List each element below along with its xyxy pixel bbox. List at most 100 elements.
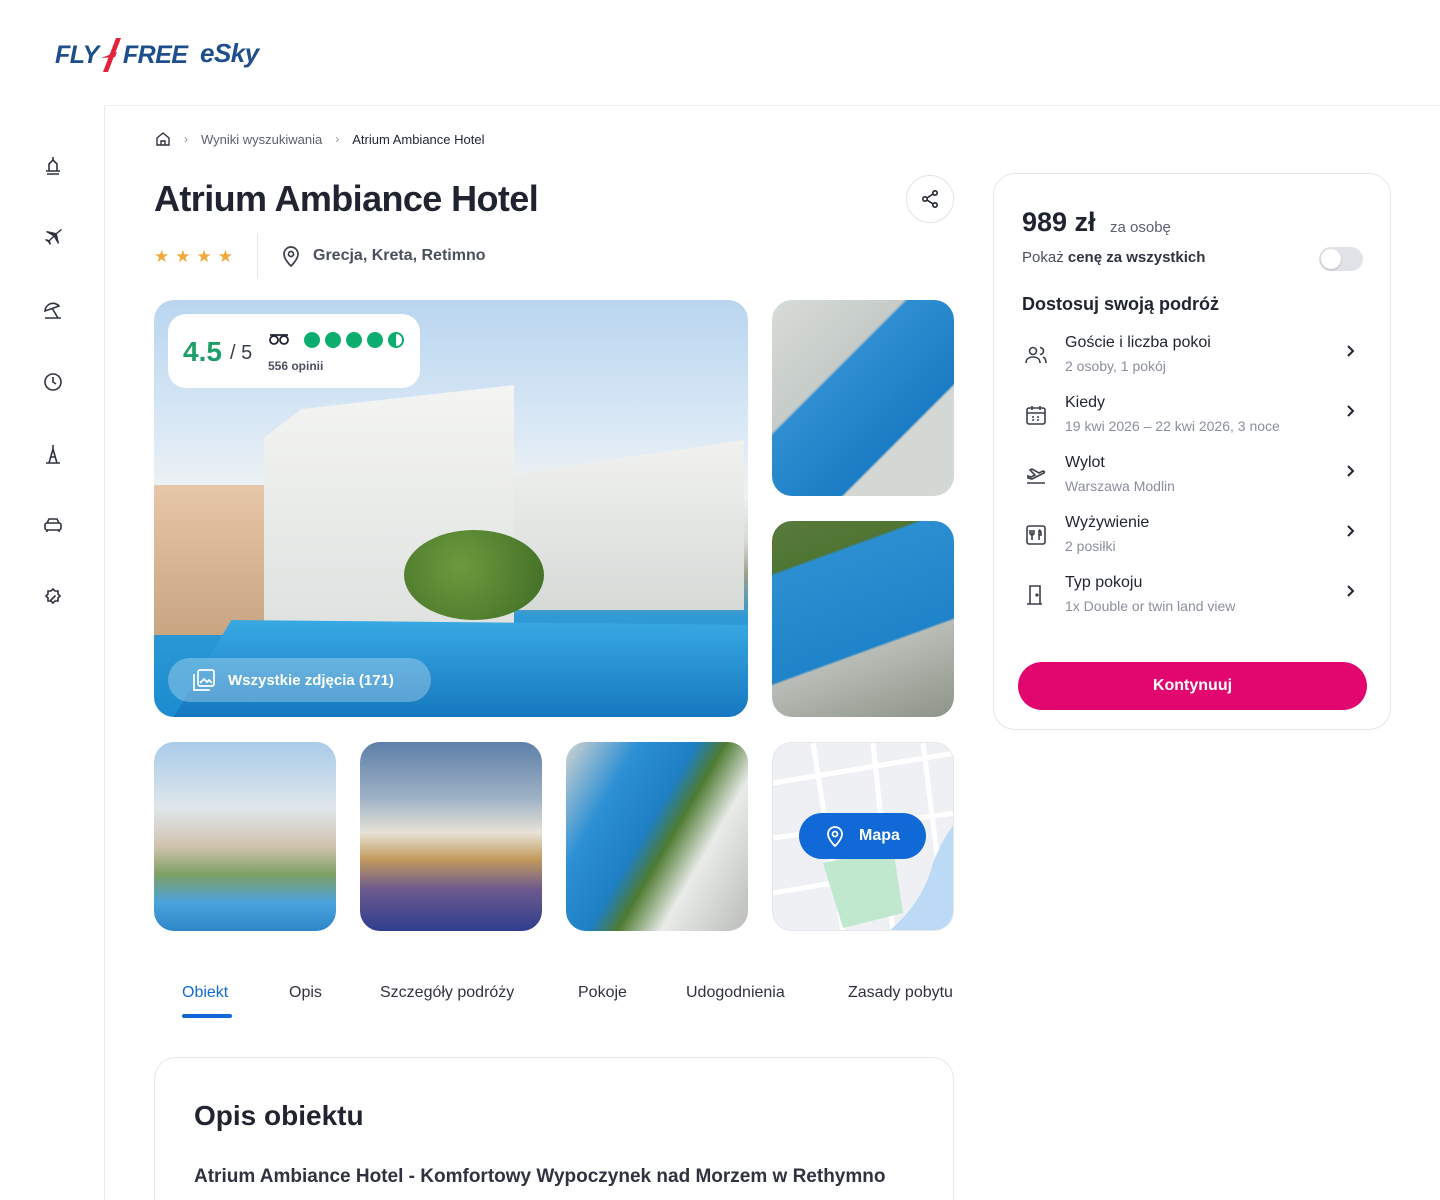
location-pin-icon bbox=[283, 246, 299, 267]
tab-zasady-pobytu[interactable]: Zasady pobytu bbox=[848, 984, 953, 1002]
flyfree-logo-fly: FLY bbox=[55, 40, 99, 69]
home-icon[interactable] bbox=[155, 131, 171, 147]
show-total-prefix: Pokaż bbox=[1022, 249, 1068, 266]
flyfree-logo-free: FREE bbox=[122, 40, 188, 69]
tripadvisor-bubbles bbox=[304, 332, 404, 348]
plane-icon[interactable] bbox=[42, 227, 64, 249]
gallery-thumbnail[interactable] bbox=[566, 742, 748, 931]
tab-udogodnienia[interactable]: Udogodnienia bbox=[686, 984, 785, 1002]
booking-panel: 989 zł za osobę Pokaż cenę za wszystkich… bbox=[993, 173, 1391, 730]
photos-icon bbox=[193, 669, 215, 691]
calendar-icon bbox=[1026, 406, 1046, 425]
tab-pokoje[interactable]: Pokoje bbox=[578, 984, 627, 1002]
rating-score: 4.5 bbox=[183, 336, 222, 367]
customize-trip-heading: Dostosuj swoją podróż bbox=[1022, 294, 1220, 314]
description-subtitle: Atrium Ambiance Hotel - Komfortowy Wypoc… bbox=[194, 1166, 886, 1187]
map-button[interactable]: Mapa bbox=[799, 813, 926, 859]
gallery-thumbnail[interactable] bbox=[360, 742, 542, 931]
hotel-title: Atrium Ambiance Hotel bbox=[154, 178, 539, 219]
gallery-thumbnail[interactable] bbox=[154, 742, 336, 931]
car-icon[interactable] bbox=[42, 515, 64, 537]
star-icon: ★ bbox=[217, 247, 233, 266]
description-title: Opis obiektu bbox=[194, 1100, 364, 1131]
option-label: Typ pokoju bbox=[1065, 574, 1143, 591]
sidebar bbox=[0, 105, 105, 1200]
option-departure[interactable]: Wylot Warszawa Modlin bbox=[994, 454, 1392, 510]
option-value: Warszawa Modlin bbox=[1065, 478, 1175, 494]
esky-logo[interactable]: eSky bbox=[200, 38, 259, 69]
room-door-icon bbox=[1027, 585, 1042, 605]
chevron-right-icon bbox=[1347, 345, 1355, 357]
option-value: 1x Double or twin land view bbox=[1065, 598, 1236, 614]
breadcrumb-current: Atrium Ambiance Hotel bbox=[352, 131, 485, 147]
guests-icon bbox=[1025, 346, 1047, 364]
all-photos-label: Wszystkie zdjęcia (171) bbox=[228, 671, 394, 689]
tower-icon[interactable] bbox=[42, 443, 64, 465]
photo-tree bbox=[404, 530, 544, 620]
location-text: Grecja, Kreta, Retimno bbox=[313, 247, 486, 264]
rating-bubble-icon bbox=[346, 332, 362, 348]
share-icon bbox=[921, 189, 939, 209]
chevron-right-icon bbox=[1347, 465, 1355, 477]
chevron-right-icon bbox=[1347, 585, 1355, 597]
hotel-location[interactable]: Grecja, Kreta, Retimno bbox=[281, 245, 486, 267]
show-total-bold: cenę za wszystkich bbox=[1067, 249, 1206, 266]
sun-umbrella-icon[interactable] bbox=[42, 299, 64, 321]
photo-building bbox=[514, 440, 744, 610]
breadcrumb-separator: › bbox=[335, 132, 340, 146]
option-room-type[interactable]: Typ pokoju 1x Double or twin land view bbox=[994, 574, 1392, 630]
rating-card[interactable]: 4.5 / 5 556 opinii bbox=[168, 314, 420, 388]
tab-opis[interactable]: Opis bbox=[289, 984, 322, 1002]
option-label: Goście i liczba pokoi bbox=[1065, 334, 1211, 351]
description-card: Opis obiektu Atrium Ambiance Hotel - Kom… bbox=[154, 1057, 954, 1200]
continue-button[interactable]: Kontynuuj bbox=[1018, 662, 1367, 710]
rating-bubble-icon bbox=[367, 332, 383, 348]
header: FLY FREE eSky bbox=[0, 0, 1440, 105]
meals-icon bbox=[1026, 525, 1046, 545]
section-tabs: Obiekt Opis Szczegóły podróży Pokoje Udo… bbox=[154, 984, 954, 1020]
reviews-count: 556 opinii bbox=[268, 359, 324, 373]
breadcrumb-search-results[interactable]: Wyniki wyszukiwania bbox=[201, 132, 322, 147]
tab-szczegoly-podrozy[interactable]: Szczegóły podróży bbox=[380, 984, 514, 1002]
breadcrumb: › Wyniki wyszukiwania › Atrium Ambiance … bbox=[155, 131, 484, 147]
location-pin-icon bbox=[827, 826, 843, 847]
gallery-thumbnail[interactable] bbox=[772, 521, 954, 717]
divider bbox=[257, 233, 258, 279]
option-label: Wyżywienie bbox=[1065, 514, 1150, 531]
option-value: 2 osoby, 1 pokój bbox=[1065, 358, 1166, 374]
rating-bubble-icon bbox=[304, 332, 320, 348]
option-dates[interactable]: Kiedy 19 kwi 2026 – 22 kwi 2026, 3 noce bbox=[994, 394, 1392, 450]
toggle-knob bbox=[1321, 249, 1341, 269]
discount-badge-icon[interactable] bbox=[42, 587, 64, 609]
rating-scale: / 5 bbox=[230, 342, 253, 364]
clock-icon[interactable] bbox=[42, 371, 64, 393]
star-icon: ★ bbox=[175, 247, 191, 266]
option-value: 2 posiłki bbox=[1065, 538, 1116, 554]
map-label: Mapa bbox=[859, 827, 900, 844]
all-photos-button[interactable]: Wszystkie zdjęcia (171) bbox=[168, 658, 431, 702]
price-per-person: za osobę bbox=[1110, 219, 1171, 236]
flyfree-logo[interactable]: FLY FREE bbox=[55, 38, 188, 72]
option-meals[interactable]: Wyżywienie 2 posiłki bbox=[994, 514, 1392, 570]
departure-icon bbox=[1027, 468, 1046, 484]
option-label: Kiedy bbox=[1065, 394, 1106, 411]
star-icon: ★ bbox=[196, 247, 212, 266]
hotel-stars: ★ ★ ★ ★ bbox=[154, 248, 233, 265]
show-total-price-label: Pokaż cenę za wszystkich bbox=[1022, 249, 1205, 266]
share-button[interactable] bbox=[906, 175, 954, 223]
beach-vacation-icon[interactable] bbox=[42, 155, 64, 177]
flyfree-slash-icon bbox=[100, 38, 121, 72]
option-label: Wylot bbox=[1065, 454, 1105, 471]
tab-obiekt[interactable]: Obiekt bbox=[182, 984, 228, 1002]
breadcrumb-separator: › bbox=[184, 132, 188, 146]
gallery-thumbnail[interactable] bbox=[772, 300, 954, 496]
star-icon: ★ bbox=[154, 247, 170, 266]
chevron-right-icon bbox=[1347, 525, 1355, 537]
chevron-right-icon bbox=[1347, 405, 1355, 417]
tripadvisor-icon bbox=[269, 334, 289, 345]
active-tab-indicator bbox=[182, 1014, 232, 1018]
show-total-price-toggle[interactable] bbox=[1319, 247, 1363, 271]
option-guests[interactable]: Goście i liczba pokoi 2 osoby, 1 pokój bbox=[994, 334, 1392, 390]
rating-bubble-icon bbox=[325, 332, 341, 348]
photo-building bbox=[154, 485, 264, 635]
